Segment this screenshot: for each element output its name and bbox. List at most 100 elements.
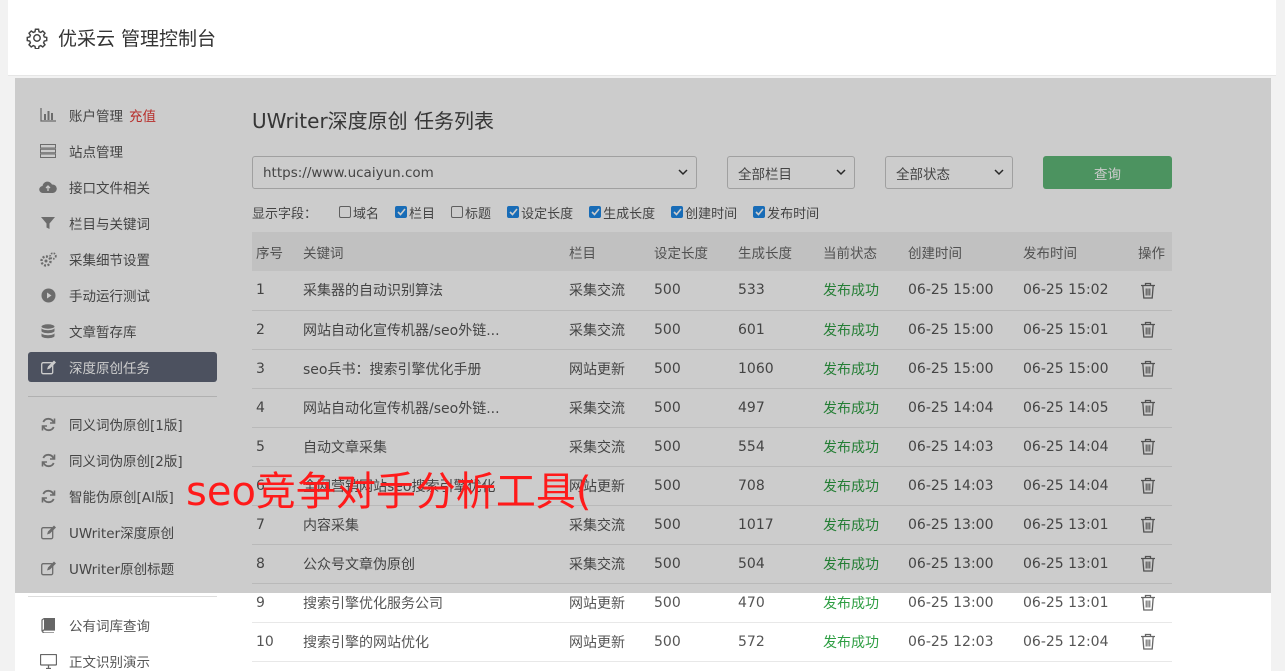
- refresh-icon: [39, 487, 57, 505]
- header-bar: 优采云 管理控制台: [8, 0, 1276, 76]
- sidebar-item-text-recognition[interactable]: 正文识别演示: [28, 646, 217, 671]
- chevron-down-icon: [678, 169, 688, 176]
- table-cell: 搜索引擎优化服务公司: [299, 583, 565, 623]
- status-cell: 发布成功: [819, 505, 904, 545]
- delete-button[interactable]: [1134, 466, 1172, 506]
- sidebar-item-deep-original[interactable]: 深度原创任务: [28, 352, 217, 382]
- checkbox-label: 生成长度: [603, 206, 656, 222]
- database-icon: [39, 322, 57, 340]
- field-checkbox-gen-length[interactable]: 生成长度: [589, 203, 655, 222]
- field-checkbox-published[interactable]: 发布时间: [753, 203, 819, 222]
- checkbox[interactable]: [753, 206, 766, 218]
- table-cell: 500: [650, 271, 734, 311]
- gear-icon: [26, 28, 48, 49]
- sidebar-item-collect-settings[interactable]: 采集细节设置: [28, 244, 217, 274]
- sidebar-divider: [28, 396, 217, 397]
- sidebar-item-columns[interactable]: 栏目与关键词: [28, 208, 217, 238]
- table-cell: 500: [650, 427, 734, 467]
- checkbox[interactable]: [339, 206, 352, 218]
- delete-button[interactable]: [1134, 310, 1172, 350]
- field-checkbox-column[interactable]: 栏目: [395, 203, 435, 222]
- sidebar-item-account[interactable]: 账户管理 充值: [28, 100, 217, 130]
- table-cell: 4: [252, 388, 299, 428]
- field-checkbox-created[interactable]: 创建时间: [671, 203, 737, 222]
- trash-icon[interactable]: [1140, 282, 1156, 299]
- sidebar-item-label: 文章暂存库: [69, 325, 137, 341]
- sidebar-item-synonym-v1[interactable]: 同义词伪原创[1版]: [28, 409, 217, 439]
- sidebar-item-label: 同义词伪原创[1版]: [69, 418, 183, 434]
- status-cell: 发布成功: [819, 388, 904, 428]
- trash-icon[interactable]: [1140, 633, 1156, 650]
- checkbox[interactable]: [395, 206, 408, 218]
- table-row: 2 网站自动化宣传机器/seo外链... 采集交流 500 601 发布成功 06-25 1…: [252, 310, 1172, 350]
- column-header: 发布时间: [1019, 232, 1134, 271]
- table-cell: 601: [734, 310, 819, 350]
- sidebar-item-sites[interactable]: 站点管理: [28, 136, 217, 166]
- table-cell: 06-25 14:04: [904, 388, 1019, 428]
- content-area: 账户管理 充值 站点管理 接口文件相关 栏目与关键词 采集细节设置 手动运行测试…: [15, 78, 1271, 671]
- table-cell: 采集交流: [565, 310, 650, 350]
- sidebar-item-uwriter-title[interactable]: UWriter原创标题: [28, 553, 217, 583]
- checkbox-label: 创建时间: [685, 206, 738, 222]
- sidebar-item-article-store[interactable]: 文章暂存库: [28, 316, 217, 346]
- checkbox[interactable]: [451, 206, 464, 218]
- checkbox-label: 标题: [465, 206, 492, 222]
- table-row: 3 seo兵书：搜索引擎优化手册 网站更新 500 1060 发布成功 06-25 15:0…: [252, 349, 1172, 389]
- site-select[interactable]: https://www.ucaiyun.com: [252, 156, 697, 189]
- status-cell: 发布成功: [819, 310, 904, 350]
- column-select-value: 全部栏目: [738, 166, 792, 183]
- refresh-icon: [39, 415, 57, 433]
- table-cell: 504: [734, 544, 819, 584]
- table-cell: 497: [734, 388, 819, 428]
- delete-button[interactable]: [1134, 349, 1172, 389]
- trash-icon[interactable]: [1140, 477, 1156, 494]
- checkbox[interactable]: [589, 206, 602, 218]
- delete-button[interactable]: [1134, 271, 1172, 311]
- sidebar-item-uwriter-deep[interactable]: UWriter深度原创: [28, 517, 217, 547]
- table-cell: 06-25 14:04: [1019, 466, 1134, 506]
- sidebar-item-label: 同义词伪原创[2版]: [69, 454, 183, 470]
- delete-button[interactable]: [1134, 388, 1172, 428]
- field-checkbox-domain[interactable]: 域名: [339, 203, 379, 222]
- trash-icon[interactable]: [1140, 516, 1156, 533]
- status-select[interactable]: 全部状态: [885, 156, 1013, 189]
- table-cell: 06-25 15:00: [904, 271, 1019, 311]
- delete-button[interactable]: [1134, 583, 1172, 623]
- query-button[interactable]: 查询: [1043, 156, 1172, 189]
- column-header: 设定长度: [650, 232, 734, 271]
- checkbox[interactable]: [671, 206, 684, 218]
- trash-icon[interactable]: [1140, 438, 1156, 455]
- delete-button[interactable]: [1134, 427, 1172, 467]
- sidebar-item-manual-run[interactable]: 手动运行测试: [28, 280, 217, 310]
- table-cell: 06-25 15:00: [1019, 349, 1134, 389]
- field-checkbox-title[interactable]: 标题: [451, 203, 491, 222]
- checkbox-label: 域名: [353, 206, 380, 222]
- table-cell: 500: [650, 622, 734, 662]
- delete-button[interactable]: [1134, 505, 1172, 545]
- trash-icon[interactable]: [1140, 399, 1156, 416]
- delete-button[interactable]: [1134, 622, 1172, 662]
- table-row: 10 搜索引擎的网站优化 网站更新 500 572 发布成功 06-25 12:03 06-2…: [252, 622, 1172, 662]
- table-cell: 06-25 15:00: [904, 310, 1019, 350]
- sidebar-divider: [28, 596, 217, 597]
- field-checkbox-set-length[interactable]: 设定长度: [507, 203, 573, 222]
- status-cell: 发布成功: [819, 466, 904, 506]
- column-select[interactable]: 全部栏目: [727, 156, 855, 189]
- site-select-value: https://www.ucaiyun.com: [263, 164, 434, 181]
- table-cell: 572: [734, 622, 819, 662]
- trash-icon[interactable]: [1140, 360, 1156, 377]
- delete-button[interactable]: [1134, 544, 1172, 584]
- checkbox-label: 发布时间: [767, 206, 820, 222]
- app-title: 优采云 管理控制台: [58, 28, 217, 50]
- column-header: 序号: [252, 232, 299, 271]
- table-header-row: 序号 关键词 栏目 设定长度 生成长度 当前状态 创建时间 发布时间 操作: [252, 232, 1172, 271]
- trash-icon[interactable]: [1140, 555, 1156, 572]
- gears-icon: [39, 250, 57, 268]
- table-cell: 采集器的自动识别算法: [299, 271, 565, 311]
- sidebar-item-interface[interactable]: 接口文件相关: [28, 172, 217, 202]
- sidebar-item-public-lexicon[interactable]: 公有词库查询: [28, 610, 217, 640]
- checkbox[interactable]: [507, 206, 520, 218]
- recharge-link[interactable]: 充值: [129, 105, 156, 125]
- trash-icon[interactable]: [1140, 321, 1156, 338]
- trash-icon[interactable]: [1140, 594, 1156, 611]
